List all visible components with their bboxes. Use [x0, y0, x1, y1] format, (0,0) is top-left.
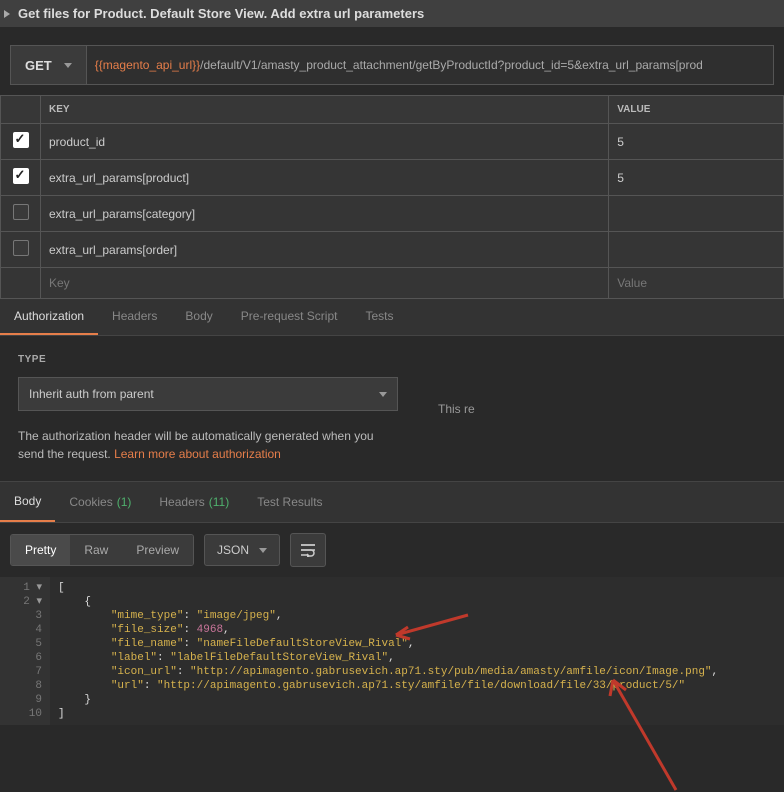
auth-type-select[interactable]: Inherit auth from parent [18, 377, 398, 411]
param-value-placeholder[interactable]: Value [609, 268, 784, 299]
response-body-viewer[interactable]: 12345678910 [ { "mime_type": "image/jpeg… [0, 577, 784, 725]
param-value-cell[interactable] [609, 196, 784, 232]
response-tabs: Body Cookies(1) Headers(11) Test Results [0, 481, 784, 523]
url-bar: GET {{magento_api_url}}/default/V1/amast… [10, 45, 774, 85]
params-table: KEY VALUE product_id5extra_url_params[pr… [0, 95, 784, 299]
tab-headers[interactable]: Headers [98, 299, 171, 335]
param-key-cell[interactable]: product_id [41, 124, 609, 160]
tab-tests[interactable]: Tests [351, 299, 407, 335]
tab-test-results[interactable]: Test Results [243, 483, 336, 521]
table-row: extra_url_params[order] [1, 232, 784, 268]
param-key-cell[interactable]: extra_url_params[product] [41, 160, 609, 196]
param-key-placeholder[interactable]: Key [41, 268, 609, 299]
params-header-key: KEY [41, 96, 609, 124]
format-value: JSON [217, 543, 249, 557]
view-mode-raw[interactable]: Raw [70, 535, 122, 565]
param-key-cell[interactable]: extra_url_params[category] [41, 196, 609, 232]
authorization-panel: TYPE Inherit auth from parent The author… [0, 336, 784, 481]
chevron-down-icon [64, 63, 72, 68]
tab-authorization[interactable]: Authorization [0, 299, 98, 335]
wrap-lines-button[interactable] [290, 533, 326, 567]
param-key-cell[interactable]: extra_url_params[order] [41, 232, 609, 268]
request-tabs: AuthorizationHeadersBodyPre-request Scri… [0, 299, 784, 336]
param-value-cell[interactable]: 5 [609, 124, 784, 160]
chevron-down-icon [259, 548, 267, 553]
response-view-controls: PrettyRawPreview JSON [0, 523, 784, 577]
view-mode-preview[interactable]: Preview [122, 535, 193, 565]
tab-pre-request-script[interactable]: Pre-request Script [227, 299, 352, 335]
request-header: Get files for Product. Default Store Vie… [0, 0, 784, 27]
disclosure-icon[interactable] [2, 9, 12, 19]
format-select[interactable]: JSON [204, 534, 280, 566]
http-method-label: GET [25, 58, 52, 73]
tab-headers[interactable]: Headers(11) [145, 483, 243, 521]
auth-learn-more-link[interactable]: Learn more about authorization [114, 447, 281, 461]
tab-body[interactable]: Body [0, 482, 55, 522]
table-row: extra_url_params[category] [1, 196, 784, 232]
param-value-cell[interactable]: 5 [609, 160, 784, 196]
auth-type-label: TYPE [18, 354, 418, 365]
tab-cookies[interactable]: Cookies(1) [55, 483, 145, 521]
row-checkbox[interactable] [13, 132, 29, 148]
table-row: product_id5 [1, 124, 784, 160]
annotation-arrow-icon [390, 613, 470, 643]
view-mode-pretty[interactable]: Pretty [11, 535, 70, 565]
auth-right-hint: This re [438, 354, 475, 463]
table-row: extra_url_params[product]5 [1, 160, 784, 196]
tab-body[interactable]: Body [171, 299, 226, 335]
url-variable-token: {{magento_api_url}} [95, 58, 200, 72]
url-path: /default/V1/amasty_product_attachment/ge… [200, 58, 703, 72]
table-row-new: KeyValue [1, 268, 784, 299]
row-checkbox[interactable] [13, 168, 29, 184]
params-header-value: VALUE [609, 96, 784, 124]
line-number-gutter: 12345678910 [0, 577, 50, 725]
view-mode-group: PrettyRawPreview [10, 534, 194, 566]
http-method-select[interactable]: GET [10, 45, 86, 85]
annotation-arrow-icon [478, 672, 678, 792]
row-checkbox[interactable] [13, 204, 29, 220]
chevron-down-icon [379, 392, 387, 397]
row-checkbox[interactable] [13, 240, 29, 256]
param-value-cell[interactable] [609, 232, 784, 268]
auth-help-text: The authorization header will be automat… [18, 427, 398, 463]
auth-type-value: Inherit auth from parent [29, 387, 154, 401]
params-header-checkbox [1, 96, 41, 124]
url-input[interactable]: {{magento_api_url}}/default/V1/amasty_pr… [86, 45, 774, 85]
request-title: Get files for Product. Default Store Vie… [18, 6, 424, 21]
